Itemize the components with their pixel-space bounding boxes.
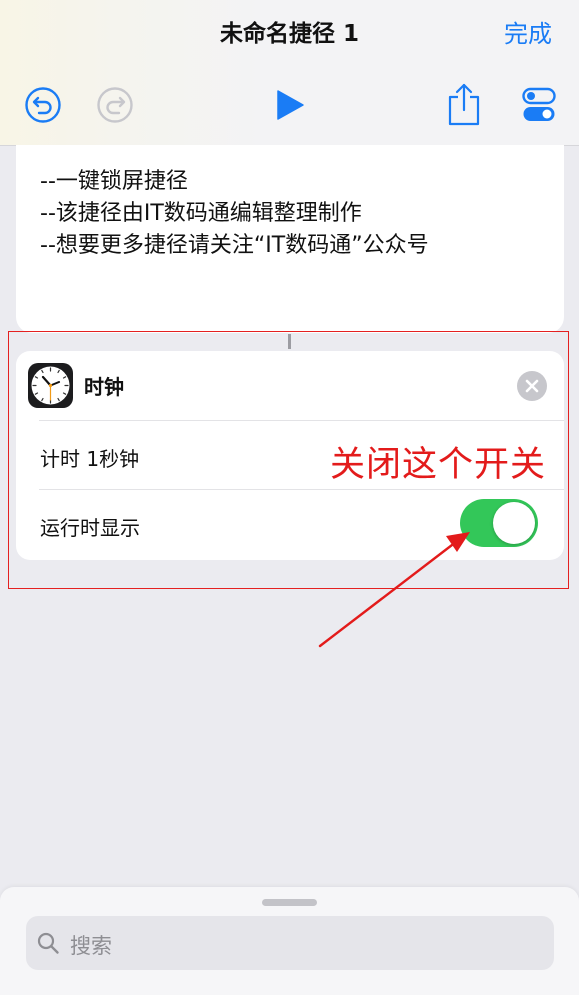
shortcut-title[interactable]: 未命名捷径 1	[0, 14, 579, 48]
comment-action-card[interactable]: --一键锁屏捷径 --该捷径由IT数码通编辑整理制作 --想要更多捷径请关注“I…	[16, 145, 564, 333]
comment-line: --一键锁屏捷径	[40, 169, 188, 194]
share-icon[interactable]	[446, 82, 482, 126]
sheet-grabber[interactable]	[262, 899, 317, 906]
undo-icon[interactable]	[24, 86, 62, 124]
comment-line: --想要更多捷径请关注“IT数码通”公众号	[40, 233, 429, 258]
search-icon	[37, 932, 59, 954]
navigation-header: 未命名捷径 1 完成	[0, 0, 579, 146]
toggles-icon[interactable]	[522, 87, 556, 123]
redo-icon[interactable]	[96, 86, 134, 124]
annotation-text: 关闭这个开关	[330, 445, 547, 485]
search-field[interactable]: 搜索	[26, 916, 554, 970]
search-placeholder: 搜索	[70, 934, 112, 958]
done-button[interactable]: 完成	[504, 14, 552, 49]
play-icon[interactable]	[274, 89, 306, 121]
comment-line: --该捷径由IT数码通编辑整理制作	[40, 201, 362, 226]
action-search-sheet[interactable]: 搜索	[0, 887, 579, 995]
